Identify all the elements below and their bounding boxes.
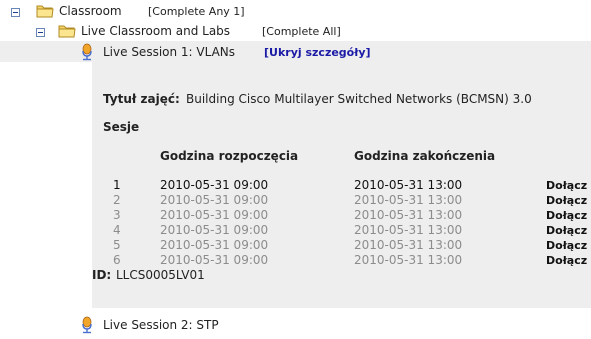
table-row-start: 2010-05-31 09:00 <box>160 223 269 237</box>
microphone-icon <box>82 43 92 61</box>
course-title-label: Tytuł zajęć: <box>103 92 180 106</box>
folder-icon <box>58 25 76 38</box>
table-row-number: 1 <box>113 178 121 192</box>
completion-rule-all: [Complete All] <box>262 25 341 38</box>
session-title-2[interactable]: Live Session 2: STP <box>103 318 219 332</box>
course-title-value: Building Cisco Multilayer Switched Netwo… <box>186 92 532 106</box>
sessions-heading: Sesje <box>103 120 140 134</box>
table-row-start: 2010-05-31 09:00 <box>160 178 269 192</box>
hide-details-link[interactable]: [Ukryj szczegóły] <box>264 46 371 59</box>
join-button[interactable]: Dołącz <box>546 224 587 237</box>
table-row-end: 2010-05-31 13:00 <box>354 208 463 222</box>
join-button[interactable]: Dołącz <box>546 209 587 222</box>
table-row-end: 2010-05-31 13:00 <box>354 223 463 237</box>
join-button[interactable]: Dołącz <box>546 194 587 207</box>
table-row-end: 2010-05-31 13:00 <box>354 253 463 267</box>
table-row-start: 2010-05-31 09:00 <box>160 193 269 207</box>
column-header-start: Godzina rozpoczęcia <box>160 149 299 163</box>
tree-item-live-classroom[interactable]: Live Classroom and Labs <box>81 24 230 38</box>
session-title-1[interactable]: Live Session 1: VLANs <box>103 45 235 59</box>
microphone-icon <box>82 316 92 334</box>
session-id-value: LLCS0005LV01 <box>116 268 205 282</box>
table-row-number: 6 <box>113 253 121 267</box>
join-button[interactable]: Dołącz <box>546 239 587 252</box>
table-row-number: 3 <box>113 208 121 222</box>
table-row-number: 2 <box>113 193 121 207</box>
table-row-start: 2010-05-31 09:00 <box>160 253 269 267</box>
table-row-end: 2010-05-31 13:00 <box>354 238 463 252</box>
tree-item-classroom[interactable]: Classroom <box>59 4 122 18</box>
collapse-icon[interactable] <box>11 8 20 17</box>
completion-rule-any: [Complete Any 1] <box>148 5 245 18</box>
collapse-icon[interactable] <box>36 28 45 37</box>
column-header-end: Godzina zakończenia <box>354 149 496 163</box>
table-row-number: 4 <box>113 223 121 237</box>
join-button[interactable]: Dołącz <box>546 254 587 267</box>
join-button[interactable]: Dołącz <box>546 179 587 192</box>
folder-icon <box>36 5 54 18</box>
table-row-start: 2010-05-31 09:00 <box>160 208 269 222</box>
table-row-end: 2010-05-31 13:00 <box>354 178 463 192</box>
table-row-start: 2010-05-31 09:00 <box>160 238 269 252</box>
table-row-end: 2010-05-31 13:00 <box>354 193 463 207</box>
table-row-number: 5 <box>113 238 121 252</box>
session-id-label: ID: <box>92 268 112 282</box>
